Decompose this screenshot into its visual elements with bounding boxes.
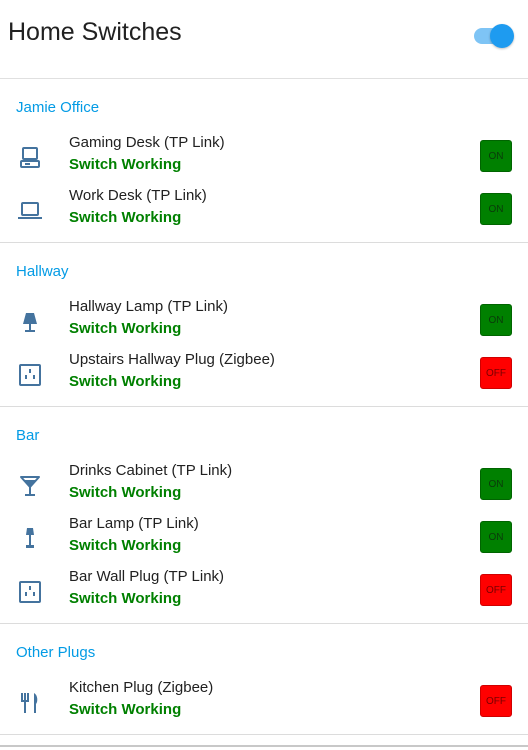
section-hallway: Hallway Hallway Lamp (TP Link) Switch Work… [0,243,528,407]
switch-status: Switch Working [69,537,182,554]
switch-status: Switch Working [69,156,182,173]
desktop-computer-icon [16,144,44,172]
switch-status: Switch Working [69,209,182,226]
switch-status: Switch Working [69,484,182,501]
switch-row: Upstairs Hallway Plug (Zigbee) Switch Wor… [0,349,528,402]
switch-row: Hallway Lamp (TP Link) Switch Working ON [0,296,528,349]
section-other-plugs: Other Plugs Kitchen Plug (Zigbee) Switch W… [0,624,528,735]
switch-name: Kitchen Plug (Zigbee) [69,679,214,696]
master-toggle-switch[interactable] [472,24,514,48]
section-bar: Bar Drinks Cabinet (TP Link) Switch Workin… [0,407,528,624]
switch-state-button[interactable]: ON [480,140,512,172]
section-title: Hallway [16,263,69,280]
switch-name: Bar Lamp (TP Link) [69,515,199,532]
section-title: Bar [16,427,40,444]
floor-lamp-icon [16,308,44,336]
switch-state-button[interactable]: OFF [480,357,512,389]
switch-row: Kitchen Plug (Zigbee) Switch Working OFF [0,677,528,730]
page-title: Home Switches [8,18,182,46]
laptop-icon [16,197,44,225]
switch-status: Switch Working [69,320,182,337]
switch-status: Switch Working [69,373,182,390]
power-socket-icon [16,578,44,606]
switch-row: Bar Lamp (TP Link) Switch Working ON [0,513,528,566]
cocktail-glass-icon [16,472,44,500]
section-title: Other Plugs [16,644,96,661]
section-title: Jamie Office [16,99,100,116]
toggle-knob [490,24,514,48]
switch-status: Switch Working [69,701,182,718]
switch-name: Bar Wall Plug (TP Link) [69,568,225,585]
switch-status: Switch Working [69,590,182,607]
switch-state-button[interactable]: OFF [480,685,512,717]
switch-state-button[interactable]: ON [480,468,512,500]
switch-row: Bar Wall Plug (TP Link) Switch Working OFF [0,566,528,619]
switch-name: Upstairs Hallway Plug (Zigbee) [69,351,275,368]
power-socket-icon [16,361,44,389]
table-lamp-icon [16,525,44,553]
switch-name: Gaming Desk (TP Link) [69,134,225,151]
switch-name: Work Desk (TP Link) [69,187,207,204]
switch-row: Gaming Desk (TP Link) Switch Working ON [0,132,528,185]
switch-state-button[interactable]: ON [480,193,512,225]
app-header: Home Switches [0,0,528,79]
switch-name: Hallway Lamp (TP Link) [69,298,228,315]
cutlery-icon [16,689,44,717]
switch-row: Drinks Cabinet (TP Link) Switch Working ON [0,460,528,513]
section-jamie-office: Jamie Office Gaming Desk (TP Link) Switch … [0,79,528,243]
switch-name: Drinks Cabinet (TP Link) [69,462,233,479]
switch-state-button[interactable]: ON [480,521,512,553]
bottom-divider [0,745,528,747]
switch-state-button[interactable]: OFF [480,574,512,606]
switch-state-button[interactable]: ON [480,304,512,336]
switch-row: Work Desk (TP Link) Switch Working ON [0,185,528,238]
